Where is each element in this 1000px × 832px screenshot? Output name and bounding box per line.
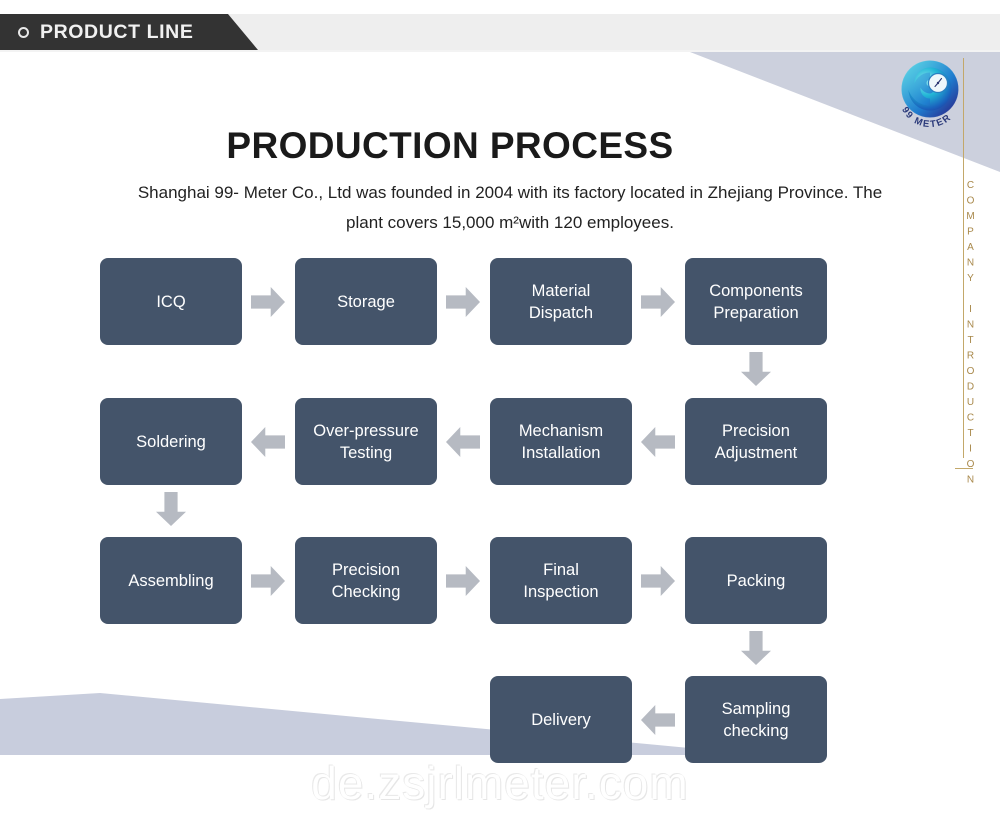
arrow-left-icon xyxy=(641,705,675,735)
flow-step-label-line1: Components xyxy=(709,281,803,300)
99-meter-logo: 99 METER xyxy=(893,56,967,130)
flow-step-delivery[interactable]: Delivery xyxy=(490,676,632,763)
arrow-right-icon xyxy=(641,287,675,317)
flow-step-label: Final Inspection xyxy=(523,559,598,603)
flow-step-label: Storage xyxy=(337,292,395,311)
flow-step-label: Components Preparation xyxy=(709,280,803,324)
flow-step-label-line1: Over-pressure xyxy=(313,421,419,440)
flow-step-label: Precision Adjustment xyxy=(715,420,798,464)
header-band-underline xyxy=(0,50,1000,52)
flow-step-precision-adjustment[interactable]: Precision Adjustment xyxy=(685,398,827,485)
flow-step-material-dispatch[interactable]: Material Dispatch xyxy=(490,258,632,345)
flow-step-storage[interactable]: Storage xyxy=(295,258,437,345)
flow-step-label-line1: Precision xyxy=(722,421,790,440)
flow-step-precision-checking[interactable]: Precision Checking xyxy=(295,537,437,624)
arrow-right-icon xyxy=(251,287,285,317)
site-watermark: de.zsjrlmeter.com xyxy=(311,757,689,809)
flow-step-label: ICQ xyxy=(156,292,186,311)
arrow-down-icon xyxy=(741,352,771,386)
flow-step-label-line2: Adjustment xyxy=(714,443,798,462)
product-line-label: PRODUCT LINE xyxy=(40,20,194,43)
flow-step-label-line2: Inspection xyxy=(523,582,599,601)
flow-step-label: Soldering xyxy=(136,432,206,451)
page-root: PRODUCT LINE COMPANY INTRODUCTION 99 MET… xyxy=(0,0,1000,832)
flow-step-over-pressure-testing[interactable]: Over-pressure Testing xyxy=(295,398,437,485)
company-introduction-label: COMPANY INTRODUCTION xyxy=(965,180,976,490)
flow-step-label: Precision Checking xyxy=(332,559,401,603)
arrow-down-icon xyxy=(741,631,771,665)
flow-step-packing[interactable]: Packing xyxy=(685,537,827,624)
flow-step-label-line1: Precision xyxy=(332,560,400,579)
flow-step-label-line2: Dispatch xyxy=(528,303,594,322)
flow-step-label-line2: Preparation xyxy=(713,303,799,322)
flow-step-soldering[interactable]: Soldering xyxy=(100,398,242,485)
flow-step-label-line2: Checking xyxy=(331,582,401,601)
flow-step-label-line2: Installation xyxy=(521,443,601,462)
flow-step-mechanism-installation[interactable]: Mechanism Installation xyxy=(490,398,632,485)
flow-step-final-inspection[interactable]: Final Inspection xyxy=(490,537,632,624)
flow-step-label: Delivery xyxy=(531,710,591,729)
flow-step-label-line1: Mechanism xyxy=(518,421,604,440)
arrow-right-icon xyxy=(446,566,480,596)
flow-step-icq[interactable]: ICQ xyxy=(100,258,242,345)
page-title: PRODUCTION PROCESS xyxy=(226,125,674,166)
flow-step-label-line1: Sampling xyxy=(721,699,791,718)
flow-step-label-line1: Final xyxy=(543,560,579,579)
flow-step-label: Sampling checking xyxy=(722,698,791,742)
circle-outline-icon xyxy=(18,26,29,38)
flow-step-label-line2: Testing xyxy=(339,443,393,462)
flow-step-label: Material Dispatch xyxy=(529,280,593,324)
flow-step-assembling[interactable]: Assembling xyxy=(100,537,242,624)
arrow-left-icon xyxy=(251,427,285,457)
flow-step-label: Packing xyxy=(726,571,786,590)
arrow-down-icon xyxy=(156,492,186,526)
product-line-tab[interactable]: PRODUCT LINE xyxy=(0,14,258,50)
flow-step-label-line2: checking xyxy=(723,721,789,740)
arrow-left-icon xyxy=(641,427,675,457)
company-description: Shanghai 99- Meter Co., Ltd was founded … xyxy=(137,183,883,232)
arrow-left-icon xyxy=(446,427,480,457)
flow-step-label: Assembling xyxy=(128,571,214,590)
flow-step-components-preparation[interactable]: Components Preparation xyxy=(685,258,827,345)
flow-step-label: Over-pressure Testing xyxy=(313,420,418,464)
flow-step-label: Mechanism Installation xyxy=(519,420,603,464)
arrow-right-icon xyxy=(251,566,285,596)
flow-step-sampling-checking[interactable]: Sampling checking xyxy=(685,676,827,763)
arrow-right-icon xyxy=(641,566,675,596)
flow-step-label-line1: Material xyxy=(531,281,591,300)
arrow-right-icon xyxy=(446,287,480,317)
